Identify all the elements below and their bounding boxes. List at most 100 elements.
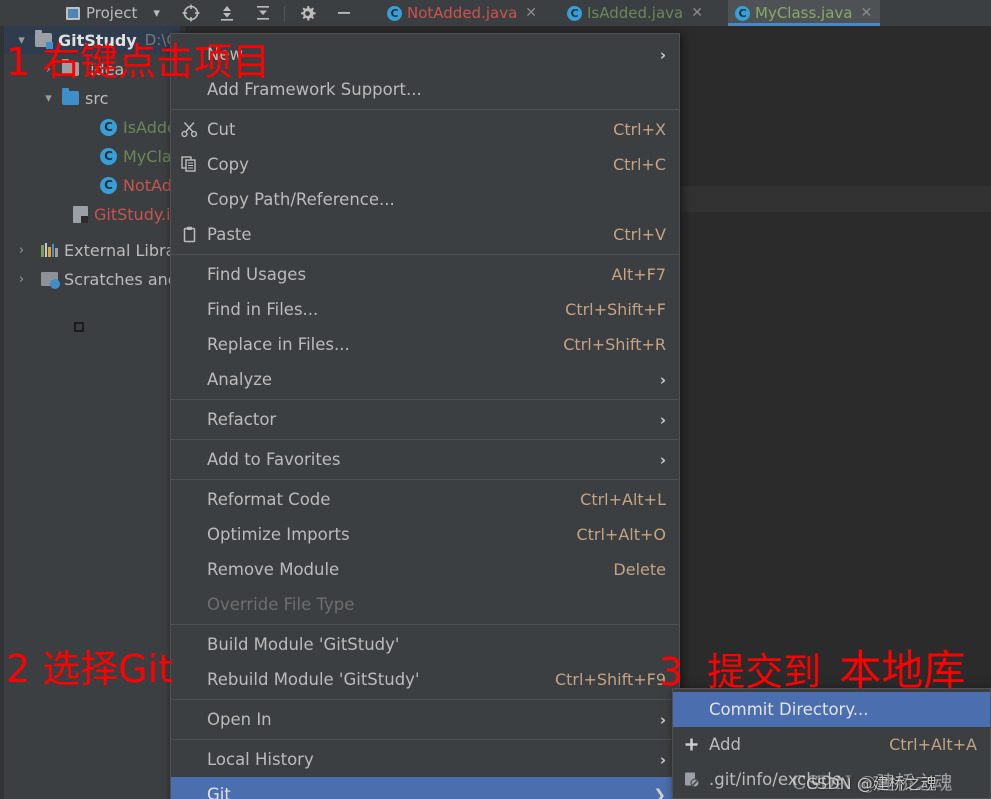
chevron-down-icon[interactable]: ▾ — [153, 6, 160, 21]
ide-window: 2/4:10 s { C NotAdded.java ✕ C IsAdded.j… — [0, 0, 991, 799]
menu-item-find-in-files[interactable]: Find in Files... Ctrl+Shift+F — [171, 292, 679, 327]
collapse-all-icon[interactable] — [250, 0, 276, 26]
tree-item-src[interactable]: ▾ src — [0, 84, 180, 112]
tab-notadded[interactable]: C NotAdded.java ✕ — [380, 0, 545, 26]
menu-item-label: Refactor — [207, 410, 277, 429]
menu-item-build-module[interactable]: Build Module 'GitStudy' — [171, 627, 679, 662]
menu-item-add-to-favorites[interactable]: Add to Favorites › — [171, 442, 679, 477]
menu-item-optimize-imports[interactable]: Optimize Imports Ctrl+Alt+O — [171, 517, 679, 552]
menu-item-label: Copy — [207, 155, 249, 174]
menu-item-shortcut: Ctrl+Shift+F9 — [554, 670, 666, 689]
menu-separator — [171, 439, 679, 440]
project-toolbar: Project ▾ — [0, 0, 380, 26]
menu-item-analyze[interactable]: Analyze › — [171, 362, 679, 397]
chevron-right-icon: › — [659, 45, 666, 64]
java-class-icon: C — [100, 147, 117, 165]
project-icon — [66, 6, 80, 20]
menu-item-shortcut: Delete — [613, 560, 666, 579]
java-class-icon: C — [567, 5, 582, 21]
menu-item-label: Build Module 'GitStudy' — [207, 635, 400, 654]
menu-item-cut[interactable]: Cut Ctrl+X — [171, 112, 679, 147]
gear-icon[interactable] — [295, 0, 321, 26]
toolbar-divider — [283, 5, 285, 21]
menu-item-reformat-code[interactable]: Reformat Code Ctrl+Alt+L — [171, 482, 679, 517]
menu-item-label: Optimize Imports — [207, 525, 350, 544]
tree-item-label: src — [85, 88, 109, 108]
menu-item-label: Remove Module — [207, 560, 340, 579]
menu-item-label: Git — [207, 785, 231, 799]
menu-item-label: Copy Path/Reference... — [207, 190, 395, 209]
menu-separator — [171, 699, 679, 700]
expand-all-icon[interactable] — [214, 0, 240, 26]
menu-item-rebuild-module[interactable]: Rebuild Module 'GitStudy' Ctrl+Shift+F9 — [171, 662, 679, 697]
scissors-icon — [171, 121, 207, 138]
chevron-right-icon: › — [659, 410, 666, 429]
project-panel-title: Project — [86, 4, 138, 22]
close-icon[interactable]: ✕ — [860, 5, 872, 21]
menu-separator — [171, 739, 679, 740]
context-menu: New › Add Framework Support... Cut Ctrl+… — [170, 33, 680, 799]
tab-myclass[interactable]: C MyClass.java ✕ — [728, 0, 881, 26]
chevron-right-icon[interactable]: › — [15, 243, 28, 258]
menu-separator — [171, 399, 679, 400]
annotation-step-3-number: 3 — [659, 650, 684, 694]
annotation-step-3: 3 提交到 本地库 — [659, 637, 965, 698]
library-icon — [41, 243, 58, 257]
menu-item-shortcut: Ctrl+Alt+L — [580, 490, 666, 509]
menu-item-label: Reformat Code — [207, 490, 331, 509]
tab-isadded[interactable]: C IsAdded.java ✕ — [560, 0, 711, 26]
close-icon[interactable]: ✕ — [691, 5, 703, 21]
chevron-right-icon: › — [659, 750, 666, 769]
close-icon[interactable]: ✕ — [525, 5, 537, 21]
watermark: CSDN @建桥之魂 — [806, 774, 937, 793]
tree-item-myclass[interactable]: C MyClass — [0, 142, 188, 170]
git-exclude-icon — [673, 771, 709, 788]
menu-item-shortcut: Ctrl+V — [613, 225, 666, 244]
java-class-icon: C — [735, 5, 750, 21]
menu-item-open-in[interactable]: Open In › — [171, 702, 679, 737]
copy-icon — [171, 156, 207, 173]
menu-item-label: Open In — [207, 710, 272, 729]
chevron-right-icon: › — [659, 370, 666, 389]
locate-icon[interactable] — [178, 0, 204, 26]
project-panel-title-group[interactable]: Project ▾ — [66, 4, 160, 22]
scratches-icon — [41, 272, 60, 289]
menu-item-label: New — [207, 45, 243, 64]
menu-item-shortcut: Ctrl+Shift+R — [563, 335, 666, 354]
menu-item-refactor[interactable]: Refactor › — [171, 402, 679, 437]
drag-marker — [74, 322, 84, 332]
tree-item-isadded[interactable]: C IsAdded — [0, 113, 187, 141]
menu-item-copy[interactable]: Copy Ctrl+C — [171, 147, 679, 182]
annotation-step-3-text-b: 本地库 — [839, 646, 966, 695]
menu-item-shortcut: Ctrl+Alt+A — [889, 735, 977, 754]
menu-item-label: Commit Directory... — [709, 700, 869, 719]
minimize-icon[interactable] — [331, 0, 357, 26]
submenu-item-add[interactable]: Add Ctrl+Alt+A — [673, 727, 990, 762]
menu-item-shortcut: Ctrl+X — [613, 120, 666, 139]
menu-item-label: Replace in Files... — [207, 335, 350, 354]
menu-separator — [171, 479, 679, 480]
chevron-right-icon: › — [659, 450, 666, 469]
menu-item-git[interactable]: Git ❯ — [171, 777, 679, 799]
tree-item-external-libraries[interactable]: › External Libraries — [0, 236, 205, 264]
tree-item-scratches[interactable]: › Scratches and Consoles — [0, 265, 255, 293]
java-class-icon: C — [100, 118, 117, 136]
menu-item-replace-in-files[interactable]: Replace in Files... Ctrl+Shift+R — [171, 327, 679, 362]
chevron-right-icon: ❯ — [653, 785, 666, 799]
menu-item-paste[interactable]: Paste Ctrl+V — [171, 217, 679, 252]
menu-item-remove-module[interactable]: Remove Module Delete — [171, 552, 679, 587]
tree-item-notadded[interactable]: C NotAdded — [0, 171, 202, 199]
java-class-icon: C — [100, 176, 117, 194]
tab-label: MyClass.java — [755, 4, 853, 22]
chevron-right-icon[interactable]: › — [15, 272, 28, 287]
chevron-down-icon[interactable]: ▾ — [42, 91, 55, 106]
menu-item-find-usages[interactable]: Find Usages Alt+F7 — [171, 257, 679, 292]
menu-separator — [171, 109, 679, 110]
menu-item-copy-path-reference[interactable]: Copy Path/Reference... — [171, 182, 679, 217]
tree-item-iml[interactable]: GitStudy.iml — [0, 200, 191, 228]
menu-item-shortcut: Alt+F7 — [611, 265, 666, 284]
menu-item-local-history[interactable]: Local History › — [171, 742, 679, 777]
menu-item-shortcut: Ctrl+Shift+F — [565, 300, 666, 319]
tree-left-edge — [0, 26, 4, 799]
tab-label: IsAdded.java — [587, 4, 684, 22]
